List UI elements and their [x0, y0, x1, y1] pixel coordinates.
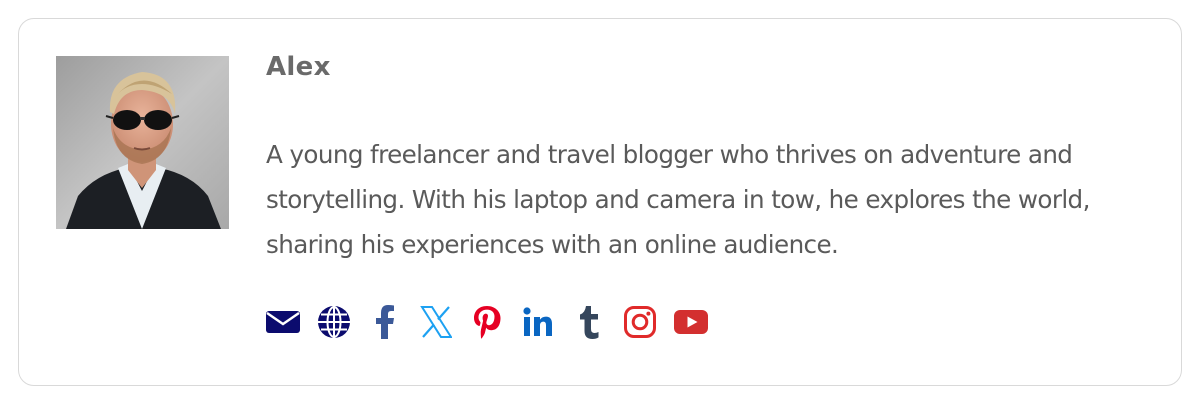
author-avatar	[56, 56, 229, 229]
author-box: Alex A young freelancer and travel blogg…	[18, 18, 1182, 386]
youtube-icon[interactable]	[672, 304, 710, 340]
author-name: Alex	[266, 52, 331, 82]
x-twitter-icon[interactable]	[417, 304, 455, 340]
email-icon[interactable]	[264, 304, 302, 340]
social-links	[264, 304, 710, 340]
tumblr-icon[interactable]	[570, 304, 608, 340]
instagram-icon[interactable]	[621, 304, 659, 340]
pinterest-icon[interactable]	[468, 304, 506, 340]
linkedin-icon[interactable]	[519, 304, 557, 340]
author-bio: A young freelancer and travel blogger wh…	[266, 140, 1090, 259]
facebook-icon[interactable]	[366, 304, 404, 340]
globe-icon[interactable]	[315, 304, 353, 340]
